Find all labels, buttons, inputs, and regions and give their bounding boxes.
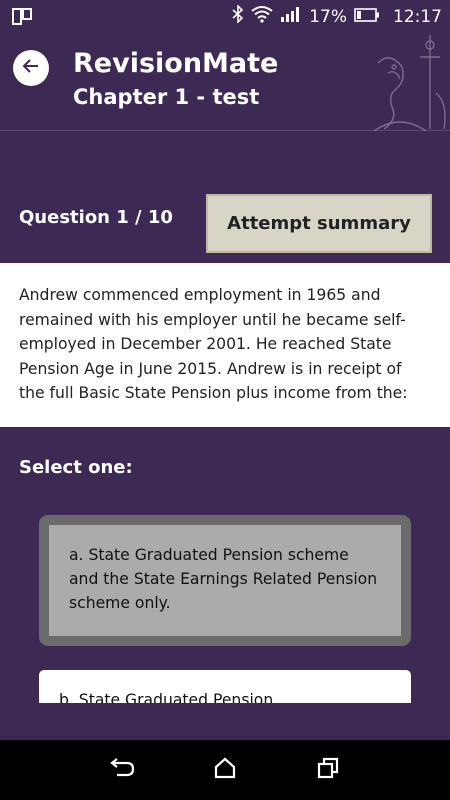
screen-mirror-icon — [12, 8, 32, 29]
nav-recents-button[interactable] — [308, 750, 348, 790]
option-a[interactable]: a. State Graduated Pension scheme and th… — [39, 515, 411, 646]
chapter-subtitle: Chapter 1 - test — [73, 85, 260, 109]
nav-back-button[interactable] — [102, 750, 142, 790]
attempt-summary-button[interactable]: Attempt summary — [206, 194, 432, 253]
options-list: a. State Graduated Pension scheme and th… — [0, 500, 450, 703]
recent-apps-icon — [317, 757, 339, 783]
app-title: RevisionMate — [73, 48, 279, 79]
home-icon — [213, 757, 237, 783]
battery-icon — [354, 7, 380, 27]
option-a-label: a. State Graduated Pension scheme and th… — [49, 525, 401, 636]
signal-icon — [280, 6, 302, 27]
bluetooth-icon — [232, 4, 244, 28]
option-b[interactable]: b. State Graduated Pension — [39, 670, 411, 703]
battery-percent: 17% — [309, 6, 347, 27]
screen: 17% 12:17 RevisionMate Chapter 1 - test — [0, 0, 450, 800]
back-arrow-icon — [109, 757, 135, 783]
wifi-icon — [251, 5, 273, 28]
status-bar: 17% 12:17 — [0, 0, 450, 33]
app-bar: RevisionMate Chapter 1 - test — [0, 33, 450, 132]
nav-home-button[interactable] — [205, 750, 245, 790]
crest-logo-icon — [370, 33, 450, 132]
option-b-label: b. State Graduated Pension — [59, 691, 274, 703]
system-nav-bar — [0, 740, 450, 800]
arrow-left-icon — [22, 57, 40, 79]
back-button[interactable] — [13, 50, 49, 86]
question-text: Andrew commenced employment in 1965 and … — [19, 286, 408, 402]
question-counter: Question 1 / 10 — [19, 207, 173, 228]
clock: 12:17 — [393, 6, 442, 27]
question-panel: Andrew commenced employment in 1965 and … — [0, 263, 450, 427]
select-one-label: Select one: — [19, 457, 133, 478]
